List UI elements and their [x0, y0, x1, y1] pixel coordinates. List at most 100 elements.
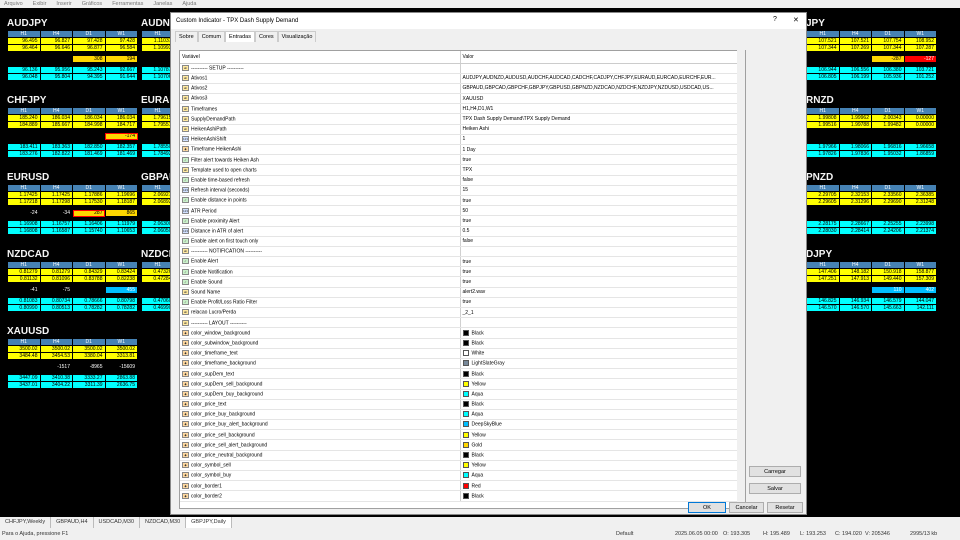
input-row[interactable]: ab ---------- LAYOUT ----------	[180, 317, 745, 329]
input-value-cell[interactable]: Aqua	[460, 389, 745, 400]
distance-cell[interactable]	[806, 286, 840, 294]
supply-cell[interactable]: 0.47284	[141, 275, 170, 283]
input-value-cell[interactable]: Black	[460, 368, 745, 380]
supply-cell[interactable]: 0.00000	[903, 121, 937, 129]
distance-cell[interactable]	[806, 209, 840, 217]
demand-cell[interactable]: 183.276	[7, 150, 41, 158]
load-button[interactable]: Carregar	[749, 466, 801, 477]
input-value-cell[interactable]: AUDJPY,AUDNZD,AUDUSD,AUDCHF,AUDCAD,CADCH…	[460, 73, 745, 84]
supply-cell[interactable]: 1.99482	[871, 121, 905, 129]
input-row[interactable]: 123 ATR Period 50	[180, 205, 745, 217]
demand-cell[interactable]: 1.11979	[104, 220, 138, 228]
supply-cell[interactable]: 3500.02	[104, 345, 138, 353]
input-value-cell[interactable]: false	[460, 175, 745, 186]
supply-cell[interactable]: 147.251	[806, 275, 840, 283]
input-row[interactable]: ◆ color_border2 Black	[180, 490, 745, 502]
distance-cell[interactable]	[72, 286, 106, 294]
symbol-title[interactable]: XAUUSD	[7, 325, 138, 338]
supply-cell[interactable]: 0.81279	[39, 268, 73, 276]
demand-cell[interactable]: 0.80798	[104, 297, 138, 305]
distance-cell[interactable]	[72, 132, 106, 140]
input-value-cell[interactable]: Gold	[460, 439, 745, 451]
symbol-title[interactable]: PNZD	[806, 171, 957, 184]
supply-cell[interactable]: 107.521	[838, 37, 872, 45]
dialog-title-bar[interactable]: Custom Indicator - TPX Dash Supply Deman…	[171, 13, 806, 29]
distance-cell[interactable]	[7, 132, 41, 140]
symbol-title[interactable]: NZDCHF	[141, 248, 170, 261]
supply-cell[interactable]: 1.79615	[141, 114, 170, 122]
supply-cell[interactable]: 148.182	[838, 268, 872, 276]
input-value-cell[interactable]: true	[460, 154, 745, 166]
demand-cell[interactable]: 3437.01	[7, 381, 41, 389]
distance-cell[interactable]: -24	[7, 209, 41, 217]
demand-cell[interactable]: 145.663	[871, 304, 905, 312]
distance-cell[interactable]: -127	[903, 55, 937, 63]
menu-item[interactable]: Arquivo	[4, 0, 23, 8]
demand-cell[interactable]: 2.21374	[903, 227, 937, 235]
input-value-cell[interactable]: true	[460, 297, 745, 309]
supply-cell[interactable]: 0.83424	[104, 268, 138, 276]
distance-cell[interactable]: 287	[72, 209, 106, 217]
demand-cell[interactable]: 1.16406	[72, 220, 106, 228]
input-value-cell[interactable]	[460, 317, 745, 329]
input-row[interactable]: ◆ color_timeframe_background LightSlateGra…	[180, 358, 745, 370]
supply-cell[interactable]: 0.81096	[39, 275, 73, 283]
distance-cell[interactable]	[141, 209, 170, 217]
input-row[interactable]: ◆ color_subwindow_background Black	[180, 338, 745, 349]
demand-cell[interactable]: 94.395	[72, 73, 106, 81]
demand-cell[interactable]: 0.80513	[39, 304, 73, 312]
demand-cell[interactable]: 105.936	[871, 73, 905, 81]
supply-cell[interactable]: 107.521	[806, 37, 840, 45]
demand-cell[interactable]: 144.047	[903, 297, 937, 305]
input-row[interactable]: ✓ Enable Alert true	[180, 256, 745, 268]
menu-item[interactable]: Ferramentas	[112, 0, 143, 8]
distance-cell[interactable]: 402	[903, 286, 937, 294]
distance-cell[interactable]	[39, 132, 73, 140]
input-value-cell[interactable]: 1 Day	[460, 144, 745, 156]
supply-cell[interactable]: 107.287	[903, 44, 937, 52]
input-value-cell[interactable]: true	[460, 266, 745, 278]
supply-cell[interactable]: 107.269	[838, 44, 872, 52]
distance-cell[interactable]	[806, 132, 840, 140]
demand-cell[interactable]: 106.199	[838, 73, 872, 81]
demand-cell[interactable]: 182.850	[72, 143, 106, 151]
distance-cell[interactable]: -15609	[104, 363, 138, 371]
input-row[interactable]: ◆ color_border1 Red	[180, 480, 745, 492]
chart-tab[interactable]: GBPAUD,H4	[51, 517, 94, 528]
input-value-cell[interactable]: 50	[460, 205, 745, 217]
input-row[interactable]: ✓ Enable Notification true	[180, 266, 745, 278]
distance-cell[interactable]	[838, 286, 872, 294]
demand-cell[interactable]: 3311.39	[72, 381, 106, 389]
demand-cell[interactable]: 181.469	[72, 150, 106, 158]
input-value-cell[interactable]: Red	[460, 480, 745, 492]
supply-cell[interactable]: 2.31296	[838, 198, 872, 206]
demand-cell[interactable]: 3410.38	[39, 374, 73, 382]
input-row[interactable]: ab ---------- SETUP ----------	[180, 63, 745, 74]
symbol-title[interactable]: RNZD	[806, 94, 957, 107]
supply-cell[interactable]: 1.17298	[39, 198, 73, 206]
input-value-cell[interactable]: XAUUSD	[460, 93, 745, 105]
supply-cell[interactable]: 1.10993	[141, 44, 170, 52]
supply-cell[interactable]: 3500.02	[72, 345, 106, 353]
input-value-cell[interactable]: Yellow	[460, 378, 745, 390]
distance-cell[interactable]	[903, 132, 937, 140]
demand-cell[interactable]: 1.98066	[838, 143, 872, 151]
demand-cell[interactable]: 1.96816	[871, 143, 905, 151]
supply-cell[interactable]: 184.998	[72, 121, 106, 129]
input-value-cell[interactable]: Black	[460, 338, 745, 349]
symbol-title[interactable]: NZDCAD	[7, 248, 138, 261]
input-row[interactable]: ✓ Filter alert towards Heiken Ash true	[180, 154, 745, 166]
supply-cell[interactable]: 0.81279	[7, 268, 41, 276]
supply-cell[interactable]: 185.667	[39, 121, 73, 129]
demand-cell[interactable]: 2.28667	[838, 220, 872, 228]
demand-cell[interactable]: 2.28030	[806, 227, 840, 235]
chart-tab[interactable]: NZDCAD,M30	[140, 517, 187, 528]
demand-cell[interactable]: 181.469	[104, 150, 138, 158]
demand-cell[interactable]: 1.97836	[838, 150, 872, 158]
input-value-cell[interactable]: alert2.wav	[460, 287, 745, 298]
menu-item[interactable]: Inserir	[56, 0, 71, 8]
demand-cell[interactable]: 0.80990	[7, 304, 41, 312]
symbol-title[interactable]: AUDJPY	[7, 17, 138, 30]
input-row[interactable]: ab relacao Lucro/Perda _2_1	[180, 307, 745, 319]
close-icon[interactable]: ✕	[793, 16, 799, 24]
